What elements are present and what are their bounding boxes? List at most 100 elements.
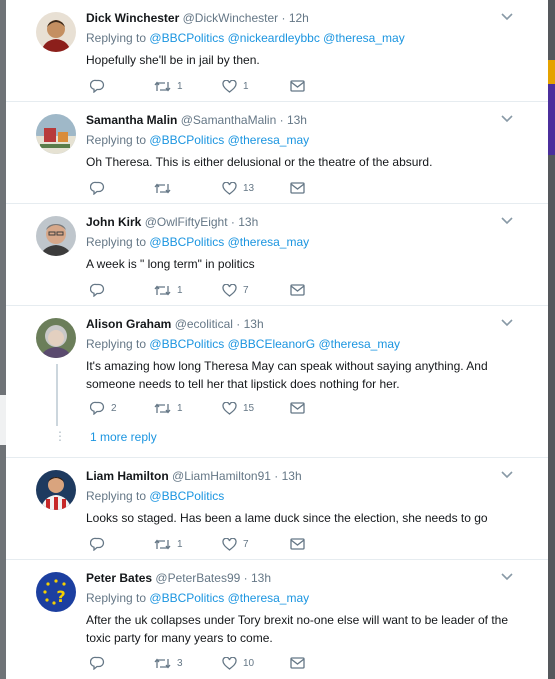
replying-to-handles[interactable]: @BBCPolitics @theresa_may	[149, 133, 309, 147]
chevron-down-icon[interactable]	[500, 111, 514, 123]
direct-message-button[interactable]	[290, 655, 305, 671]
replying-to-handles[interactable]: @BBCPolitics	[149, 489, 224, 503]
direct-message-button[interactable]	[290, 78, 305, 94]
more-replies-link[interactable]: 1 more reply	[90, 430, 157, 444]
replying-to-label: Replying to	[86, 591, 147, 605]
tweet-timestamp[interactable]: 13h	[251, 571, 271, 585]
direct-message-button[interactable]	[290, 180, 305, 196]
author-handle[interactable]: @ecolitical	[175, 317, 233, 331]
like-button[interactable]: 10	[222, 655, 254, 671]
chevron-down-icon[interactable]	[500, 569, 514, 581]
tweet[interactable]: John Kirk @OwlFiftyEight · 13h Replying …	[6, 204, 548, 306]
svg-text:?: ?	[56, 587, 65, 606]
direct-message-button[interactable]	[290, 282, 305, 298]
replying-to-label: Replying to	[86, 31, 147, 45]
retweet-count: 1	[177, 284, 183, 296]
reply-button[interactable]	[90, 78, 111, 94]
author-name[interactable]: Dick Winchester	[86, 11, 179, 25]
replies-panel: Dick Winchester @DickWinchester · 12h Re…	[6, 0, 548, 679]
retweet-count: 3	[177, 657, 183, 669]
avatar[interactable]: ?	[36, 572, 76, 612]
author-name[interactable]: Samantha Malin	[86, 113, 177, 127]
retweet-count: 1	[177, 402, 183, 414]
reply-button[interactable]	[90, 282, 111, 298]
replying-to-handles[interactable]: @BBCPolitics @BBCEleanorG @theresa_may	[149, 337, 400, 351]
separator-dot: ·	[274, 469, 279, 483]
separator-dot: ·	[243, 571, 248, 585]
retweet-button[interactable]	[154, 180, 177, 196]
like-button[interactable]: 15	[222, 400, 254, 416]
tweet-text: It's amazing how long Theresa May can sp…	[86, 359, 488, 391]
direct-message-button[interactable]	[290, 536, 305, 552]
separator-dot: ·	[281, 11, 286, 25]
chevron-down-icon[interactable]	[500, 467, 514, 479]
avatar[interactable]	[36, 216, 76, 256]
retweet-button[interactable]: 3	[154, 655, 183, 671]
reply-button[interactable]: 2	[90, 400, 117, 416]
heart-icon	[222, 181, 237, 195]
like-button[interactable]: 1	[222, 78, 249, 94]
reply-button[interactable]	[90, 536, 111, 552]
heart-icon	[222, 283, 237, 297]
retweet-button[interactable]: 1	[154, 536, 183, 552]
avatar[interactable]	[36, 12, 76, 52]
chevron-down-icon[interactable]	[500, 213, 514, 225]
like-button[interactable]: 7	[222, 282, 249, 298]
author-handle[interactable]: @PeterBates99	[155, 571, 240, 585]
reply-icon	[90, 283, 105, 297]
tweet[interactable]: ? Peter Bates @PeterBates99 · 13h Replyi…	[6, 560, 548, 679]
envelope-icon	[290, 657, 305, 669]
heart-icon	[222, 656, 237, 670]
tweet-timestamp[interactable]: 13h	[282, 469, 302, 483]
avatar[interactable]	[36, 470, 76, 510]
author-handle[interactable]: @LiamHamilton91	[172, 469, 271, 483]
tweet-timestamp[interactable]: 12h	[289, 11, 309, 25]
tweet-timestamp[interactable]: 13h	[238, 215, 258, 229]
replying-to-handles[interactable]: @BBCPolitics @nickeardleybbc @theresa_ma…	[149, 31, 404, 45]
tweet-timestamp[interactable]: 13h	[287, 113, 307, 127]
author-handle[interactable]: @OwlFiftyEight	[145, 215, 228, 229]
reply-button[interactable]	[90, 655, 111, 671]
author-name[interactable]: Alison Graham	[86, 317, 171, 331]
author-name[interactable]: Liam Hamilton	[86, 469, 169, 483]
replying-to-line: Replying to @BBCPolitics @theresa_may	[86, 132, 528, 148]
envelope-icon	[290, 182, 305, 194]
reply-count: 2	[111, 402, 117, 414]
like-count: 13	[243, 182, 255, 194]
avatar[interactable]	[36, 318, 76, 358]
retweet-button[interactable]: 1	[154, 78, 183, 94]
tweet[interactable]: Liam Hamilton @LiamHamilton91 · 13h Repl…	[6, 458, 548, 560]
envelope-icon	[290, 402, 305, 414]
avatar[interactable]	[36, 114, 76, 154]
chevron-down-icon[interactable]	[500, 9, 514, 21]
like-count: 10	[243, 657, 255, 669]
like-count: 7	[243, 284, 249, 296]
replying-to-label: Replying to	[86, 133, 147, 147]
direct-message-button[interactable]	[290, 400, 305, 416]
replying-to-handles[interactable]: @BBCPolitics @theresa_may	[149, 591, 309, 605]
replying-to-handles[interactable]: @BBCPolitics @theresa_may	[149, 235, 309, 249]
like-button[interactable]: 13	[222, 180, 254, 196]
tweet[interactable]: Dick Winchester @DickWinchester · 12h Re…	[6, 0, 548, 102]
retweet-button[interactable]: 1	[154, 282, 183, 298]
reply-button[interactable]	[90, 180, 111, 196]
thread-line	[56, 364, 58, 426]
retweet-icon	[154, 657, 171, 670]
author-name[interactable]: Peter Bates	[86, 571, 152, 585]
author-handle[interactable]: @DickWinchester	[183, 11, 279, 25]
replying-to-label: Replying to	[86, 235, 147, 249]
reply-icon	[90, 537, 105, 551]
tweet[interactable]: ⋮ Alison Graham @ecolitical · 13h Replyi…	[6, 306, 548, 458]
tweet[interactable]: Samantha Malin @SamanthaMalin · 13h Repl…	[6, 102, 548, 204]
separator-dot: ·	[236, 317, 241, 331]
retweet-button[interactable]: 1	[154, 400, 183, 416]
heart-icon	[222, 401, 237, 415]
author-name[interactable]: John Kirk	[86, 215, 141, 229]
like-button[interactable]: 7	[222, 536, 249, 552]
tweet-timestamp[interactable]: 13h	[244, 317, 264, 331]
reply-icon	[90, 401, 105, 415]
retweet-icon	[154, 182, 171, 195]
chevron-down-icon[interactable]	[500, 315, 514, 327]
retweet-count: 1	[177, 538, 183, 550]
author-handle[interactable]: @SamanthaMalin	[181, 113, 277, 127]
